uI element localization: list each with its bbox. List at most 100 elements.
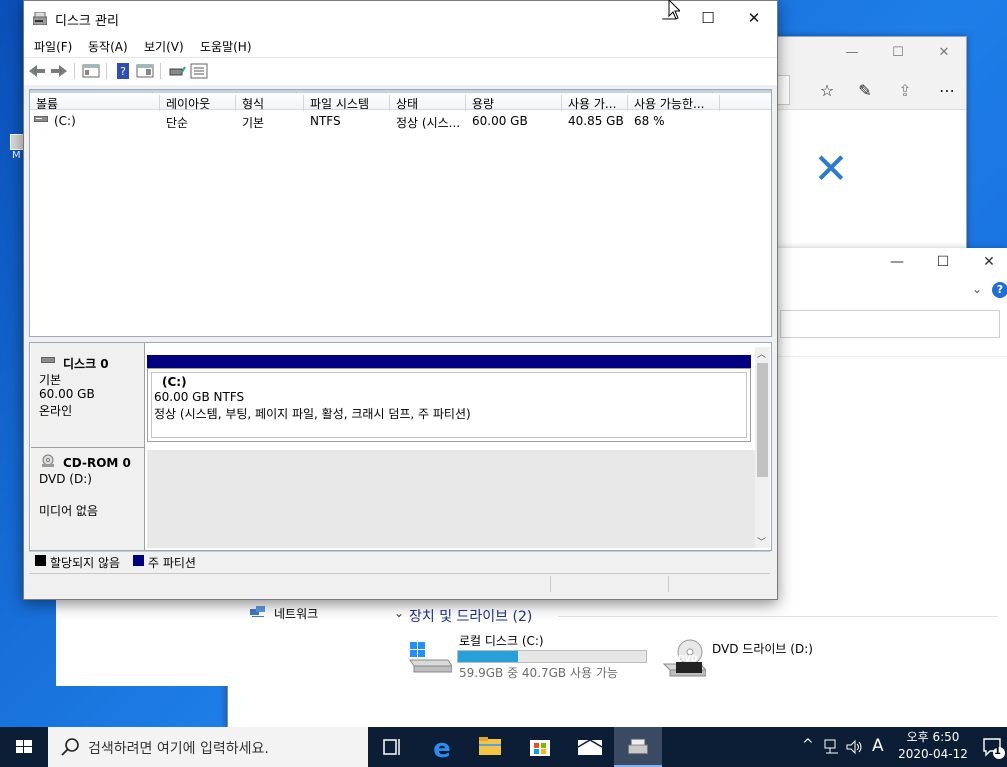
volume-drive-icon — [34, 116, 48, 122]
cdrom-0-area — [147, 450, 755, 548]
disk-layout-pane: 디스크 0 기본 60.00 GB 온라인 (C:) 60.00 GB NTFS… — [29, 342, 772, 551]
menu-bar: 파일(F) 동작(A) 보기(V) 도움말(H) — [24, 35, 777, 57]
ime-indicator[interactable]: A — [872, 736, 884, 756]
col-filesystem[interactable]: 파일 시스템 — [304, 95, 390, 111]
legend: 할당되지 않음 주 파티션 — [29, 551, 770, 570]
clock-time: 오후 6:50 — [906, 730, 960, 744]
dvd-drive-name[interactable]: DVD 드라이브 (D:) — [712, 640, 813, 657]
drive-c-name[interactable]: 로컬 디스크 (C:) — [459, 632, 544, 649]
col-type[interactable]: 형식 — [236, 95, 304, 111]
scroll-down-icon[interactable]: ﹀ — [757, 535, 766, 548]
menu-view[interactable]: 보기(V) — [144, 38, 184, 55]
explorer-close-button[interactable]: ✕ — [972, 254, 1006, 274]
window-title: 디스크 관리 — [55, 14, 119, 29]
explorer-maximize-button[interactable]: ☐ — [926, 254, 960, 274]
col-free-space[interactable]: 사용 가... — [562, 95, 628, 111]
col-status[interactable]: 상태 — [390, 95, 466, 111]
menu-help[interactable]: 도움말(H) — [200, 38, 252, 55]
menu-file[interactable]: 파일(F) — [34, 38, 72, 55]
cancel-x-icon: ✕ — [813, 144, 849, 193]
volume-list: 볼륨 레이아웃 형식 파일 시스템 상태 용량 사용 가... 사용 가능한..… — [29, 89, 772, 337]
section-collapse-chevron-icon[interactable]: ⌄ — [394, 606, 404, 620]
show-hidden-icons-chevron-icon[interactable]: ^ — [802, 737, 814, 753]
partition-c-size: 60.00 GB NTFS — [154, 390, 245, 404]
file-explorer-icon[interactable] — [466, 727, 514, 767]
col-layout[interactable]: 레이아웃 — [160, 95, 236, 111]
search-icon — [61, 738, 79, 756]
cell-capacity: 60.00 GB — [472, 114, 528, 128]
network-tray-icon[interactable] — [824, 739, 840, 755]
share-icon[interactable]: ⇪ — [893, 81, 917, 101]
primary-partition-bar — [147, 355, 751, 368]
cdrom-0-kind: DVD (D:) — [39, 472, 92, 486]
store-icon[interactable] — [516, 727, 564, 767]
clock-date: 2020-04-12 — [898, 747, 968, 761]
toolbar-separator — [74, 63, 75, 79]
checklist-icon[interactable] — [190, 63, 208, 79]
mail-icon[interactable] — [566, 727, 614, 767]
drive-c-usage-bar — [457, 650, 647, 663]
clock[interactable]: 오후 6:50 2020-04-12 — [896, 729, 970, 765]
help-icon[interactable]: ? — [992, 282, 1007, 298]
col-volume[interactable]: 볼륨 — [30, 95, 160, 111]
menu-action[interactable]: 동작(A) — [88, 38, 128, 55]
nav-item-network[interactable]: 네트워크 — [274, 605, 318, 622]
dvd-badge: DVD — [678, 654, 698, 663]
connect-disk-icon[interactable] — [168, 63, 186, 79]
dm-close-button[interactable]: ✕ — [734, 9, 774, 29]
cdrom-0-label[interactable]: CD-ROM 0 DVD (D:) 미디어 없음 — [31, 448, 145, 550]
legend-primary: 주 파티션 — [148, 556, 196, 570]
ribbon-expand-chevron-icon[interactable]: ⌄ — [972, 282, 982, 296]
network-icon — [250, 606, 265, 617]
local-disk-icon — [409, 642, 452, 673]
svg-text:?: ? — [120, 65, 126, 78]
table-row[interactable]: (C:) 단순 기본 NTFS 정상 (시스... 60.00 GB 40.85… — [30, 110, 771, 130]
disk-drive-icon — [41, 357, 55, 363]
disk-0-title: 디스크 0 — [63, 357, 109, 371]
cd-rom-icon — [42, 454, 54, 467]
mouse-cursor-icon — [668, 0, 680, 20]
properties-pane-icon[interactable] — [136, 63, 154, 79]
console-tree-icon[interactable] — [82, 63, 100, 79]
notification-count: 1 — [994, 746, 1001, 757]
cell-free-space: 40.85 GB — [568, 114, 624, 128]
edge-minimize-button[interactable]: — — [837, 45, 867, 61]
scroll-up-icon[interactable]: ︿ — [757, 347, 766, 360]
forward-arrow-icon[interactable] — [50, 63, 68, 79]
disk-0-size: 60.00 GB — [39, 387, 95, 401]
partition-c[interactable]: (C:) 60.00 GB NTFS 정상 (시스템, 부팅, 페이지 파일, … — [147, 368, 751, 442]
col-capacity[interactable]: 용량 — [466, 95, 562, 111]
disk-0-label[interactable]: 디스크 0 기본 60.00 GB 온라인 — [31, 343, 145, 448]
start-windows-icon[interactable] — [0, 727, 48, 767]
cdrom-0-state: 미디어 없음 — [39, 504, 99, 518]
vertical-scrollbar[interactable]: ︿ ﹀ — [755, 347, 770, 548]
volume-speaker-icon[interactable] — [846, 739, 864, 755]
edge-browser-icon[interactable]: e — [418, 727, 466, 767]
pen-icon[interactable]: ✎ — [853, 81, 877, 101]
col-percent-free[interactable]: 사용 가능한... — [628, 95, 720, 111]
drive-c-free-space: 59.9GB 중 40.7GB 사용 가능 — [459, 666, 618, 680]
explorer-minimize-button[interactable]: — — [880, 254, 914, 274]
action-center-icon[interactable] — [978, 733, 1006, 761]
edge-maximize-button[interactable]: ☐ — [883, 45, 913, 61]
edge-close-button[interactable]: ✕ — [929, 45, 959, 61]
legend-unallocated: 할당되지 않음 — [50, 556, 121, 570]
taskbar: 검색하려면 여기에 입력하세요. e ^ A 오후 6:50 2020-04-1… — [0, 727, 1007, 767]
favorites-star-icon[interactable]: ☆ — [815, 81, 839, 101]
more-icon[interactable]: ⋯ — [935, 81, 959, 101]
drive-c-usage-fill — [458, 651, 519, 662]
status-separator — [668, 576, 669, 592]
cell-filesystem: NTFS — [310, 114, 341, 128]
explorer-search-field[interactable] — [780, 310, 1000, 338]
back-arrow-icon[interactable] — [28, 63, 46, 79]
dm-titlebar: 디스크 관리 — ☐ ✕ — [24, 1, 777, 35]
search-placeholder: 검색하려면 여기에 입력하세요. — [88, 741, 269, 757]
task-view-icon[interactable] — [368, 727, 416, 767]
help-book-icon[interactable]: ? — [114, 63, 132, 79]
cell-type: 기본 — [242, 116, 265, 130]
dm-maximize-button[interactable]: ☐ — [688, 9, 728, 29]
taskbar-search-box[interactable]: 검색하려면 여기에 입력하세요. — [48, 727, 368, 767]
disk-management-taskbar-icon[interactable] — [614, 727, 662, 767]
devices-drives-header[interactable]: 장치 및 드라이브 (2) — [409, 606, 532, 626]
scroll-thumb[interactable] — [757, 363, 768, 477]
